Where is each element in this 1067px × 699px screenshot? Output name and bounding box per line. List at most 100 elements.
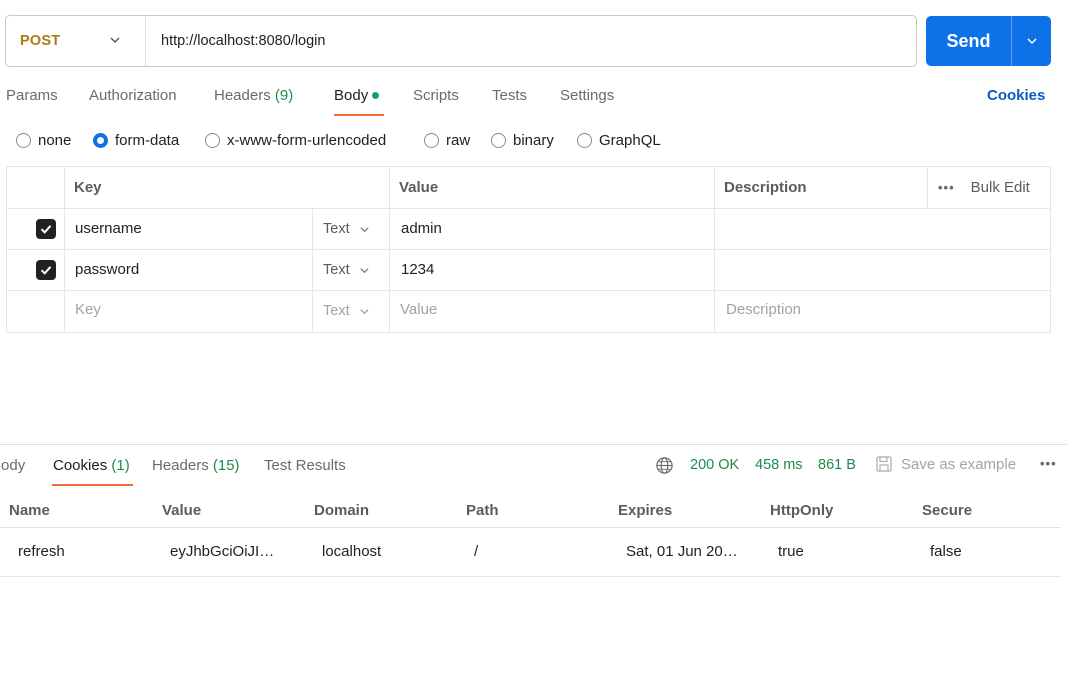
method-label: POST xyxy=(20,33,61,49)
cookie-value-cell: eyJhbGciOiJIUzI1NiJ9 xyxy=(170,543,282,560)
cookie-domain-cell: localhost xyxy=(322,543,382,560)
row-checkbox[interactable] xyxy=(36,219,56,239)
column-header-httponly: HttpOnly xyxy=(770,502,834,519)
row-checkbox[interactable] xyxy=(36,260,56,280)
form-key-cell[interactable]: username xyxy=(75,220,142,237)
new-description-input[interactable]: Description xyxy=(726,301,801,318)
radio-circle-icon xyxy=(491,133,506,148)
radio-form-data[interactable]: form-data xyxy=(93,132,179,149)
divider xyxy=(312,208,313,332)
form-value-cell[interactable]: admin xyxy=(401,220,442,237)
tab-settings[interactable]: Settings xyxy=(560,87,614,104)
response-tabs: Body Cookies (1) Headers (15) Test Resul… xyxy=(0,446,1067,490)
new-key-input[interactable]: Key xyxy=(75,301,101,318)
type-selector[interactable]: Text xyxy=(323,303,370,319)
send-options-button[interactable] xyxy=(1011,16,1051,66)
radio-binary-label: binary xyxy=(513,132,554,149)
cookie-httponly-cell: true xyxy=(778,543,804,560)
tab-body-label: Body xyxy=(334,87,369,104)
tab-headers[interactable]: Headers (9) xyxy=(214,87,293,104)
send-button[interactable]: Send xyxy=(926,16,1011,66)
column-header-path: Path xyxy=(466,502,499,519)
response-tab-test-results[interactable]: Test Results xyxy=(264,457,346,474)
url-input[interactable]: http://localhost:8080/login xyxy=(146,33,325,49)
save-as-example-label: Save as example xyxy=(901,455,1017,473)
chevron-down-icon xyxy=(360,226,369,232)
response-size[interactable]: 861 B xyxy=(818,457,856,473)
form-data-table: Key Value Description ••• Bulk Edit user… xyxy=(6,166,1051,333)
type-selector-label: Text xyxy=(323,303,350,319)
divider xyxy=(714,167,715,332)
tab-scripts[interactable]: Scripts xyxy=(413,87,459,104)
divider xyxy=(7,290,1050,291)
radio-none[interactable]: none xyxy=(16,132,71,149)
active-tab-indicator xyxy=(334,114,384,116)
response-tab-body[interactable]: Body xyxy=(0,457,25,474)
radio-graphql[interactable]: GraphQL xyxy=(577,132,661,149)
tab-authorization[interactable]: Authorization xyxy=(89,87,177,104)
response-tab-cookies[interactable]: Cookies (1) xyxy=(53,457,130,474)
radio-none-label: none xyxy=(38,132,72,149)
column-header-expires: Expires xyxy=(618,502,673,519)
response-time[interactable]: 458 ms xyxy=(755,457,803,473)
form-key-cell[interactable]: password xyxy=(75,261,139,278)
cookie-name-cell: refresh xyxy=(18,543,65,560)
tab-body[interactable]: Body xyxy=(334,87,380,104)
url-bar: POST http://localhost:8080/login xyxy=(5,15,917,67)
radio-circle-icon xyxy=(577,133,592,148)
tab-headers-count: (9) xyxy=(274,87,294,104)
chevron-down-icon xyxy=(110,37,120,43)
tab-headers-label: Headers xyxy=(214,87,271,104)
column-header-secure: Secure xyxy=(922,502,973,519)
radio-urlencoded[interactable]: x-www-form-urlencoded xyxy=(205,132,386,149)
radio-circle-icon xyxy=(424,133,439,148)
send-button-group: Send xyxy=(926,16,1051,66)
method-selector[interactable]: POST xyxy=(6,16,146,66)
radio-binary[interactable]: binary xyxy=(491,132,554,149)
column-header-key: Key xyxy=(74,179,102,196)
bulk-edit-label: Bulk Edit xyxy=(970,179,1030,196)
modified-dot-icon xyxy=(372,91,380,99)
new-value-input[interactable]: Value xyxy=(400,301,437,318)
column-header-name: Name xyxy=(9,502,50,519)
globe-icon[interactable] xyxy=(655,456,674,475)
response-tab-cookies-count: (1) xyxy=(111,457,130,474)
more-options-icon[interactable]: ••• xyxy=(1040,456,1057,471)
column-header-domain: Domain xyxy=(314,502,370,519)
chevron-down-icon xyxy=(360,267,369,273)
response-pane-divider[interactable] xyxy=(0,444,1067,445)
column-header-description: Description xyxy=(724,179,807,196)
form-value-cell[interactable]: 1234 xyxy=(401,261,434,278)
active-tab-indicator xyxy=(52,484,133,486)
radio-raw-label: raw xyxy=(446,132,471,149)
radio-circle-icon xyxy=(16,133,31,148)
cookie-secure-cell: false xyxy=(930,543,962,560)
response-tab-headers[interactable]: Headers (15) xyxy=(152,457,240,474)
type-selector[interactable]: Text xyxy=(323,221,370,237)
cookies-link[interactable]: Cookies xyxy=(987,87,1045,104)
divider xyxy=(927,167,928,208)
radio-urlencoded-label: x-www-form-urlencoded xyxy=(227,132,387,149)
cookie-path-cell: / xyxy=(474,543,479,560)
radio-form-data-label: form-data xyxy=(115,132,180,149)
response-tab-cookies-label: Cookies xyxy=(53,457,108,474)
chevron-down-icon xyxy=(1026,38,1037,45)
divider xyxy=(7,208,1050,209)
type-selector-label: Text xyxy=(323,221,350,237)
checkmark-icon xyxy=(40,225,52,234)
response-tab-headers-label: Headers xyxy=(152,457,209,474)
status-code[interactable]: 200 OK xyxy=(690,457,739,473)
checkmark-icon xyxy=(40,266,52,275)
radio-raw[interactable]: raw xyxy=(424,132,470,149)
tab-params[interactable]: Params xyxy=(6,87,58,104)
save-icon xyxy=(876,456,892,472)
save-as-example-button[interactable]: Save as example xyxy=(875,455,1016,473)
request-tabs: Params Authorization Headers (9) Body Sc… xyxy=(0,80,1067,116)
type-selector-label: Text xyxy=(323,262,350,278)
bulk-edit-button[interactable]: ••• Bulk Edit xyxy=(938,179,1030,196)
tab-tests[interactable]: Tests xyxy=(492,87,527,104)
column-header-value: Value xyxy=(399,179,439,196)
type-selector[interactable]: Text xyxy=(323,262,370,278)
table-row: refresh eyJhbGciOiJIUzI1NiJ9 localhost /… xyxy=(0,528,1061,577)
chevron-down-icon xyxy=(360,308,369,314)
